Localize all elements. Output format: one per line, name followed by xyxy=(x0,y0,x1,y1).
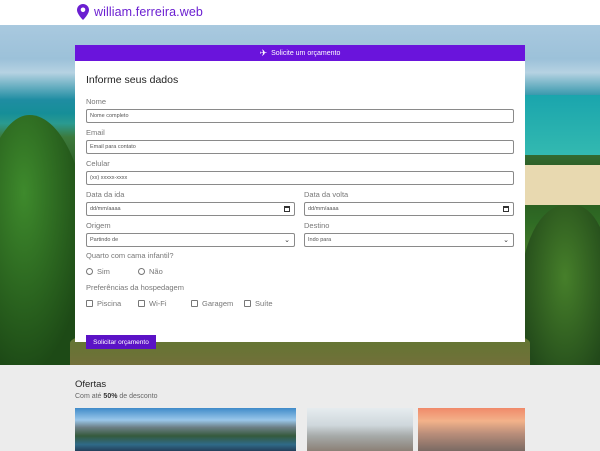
quote-form-card: ✈ Solicite um orçamento Informe seus dad… xyxy=(75,45,525,349)
check-wifi-label: Wi-Fi xyxy=(149,299,167,308)
origem-label: Origem xyxy=(86,221,111,230)
celular-label: Celular xyxy=(86,159,110,168)
radio-sim-label: Sim xyxy=(97,267,110,276)
top-bar: william.ferreira.web xyxy=(0,0,600,25)
form-banner: ✈ Solicite um orçamento xyxy=(75,45,525,61)
radio-sim[interactable]: Sim xyxy=(86,267,110,276)
destino-select[interactable]: Indo para ⌄ xyxy=(304,233,514,247)
data-ida-value: dd/mm/aaaa xyxy=(90,206,121,212)
radio-button[interactable] xyxy=(138,268,145,275)
radio-nao[interactable]: Não xyxy=(138,267,163,276)
data-volta-value: dd/mm/aaaa xyxy=(308,206,339,212)
check-piscina-label: Piscina xyxy=(97,299,122,308)
map-pin-icon xyxy=(77,4,89,20)
chevron-down-icon: ⌄ xyxy=(284,237,290,244)
offer-image-skyline[interactable] xyxy=(418,408,525,451)
checkbox[interactable] xyxy=(138,300,145,307)
offers-discount: 50% xyxy=(103,393,118,400)
nome-label: Nome xyxy=(86,97,107,106)
preferencias-label: Preferências da hospedagem xyxy=(86,283,184,292)
destino-value: Indo para xyxy=(308,237,332,243)
checkbox[interactable] xyxy=(86,300,93,307)
radio-nao-label: Não xyxy=(149,267,163,276)
form-banner-label: Solicite um orçamento xyxy=(271,49,341,57)
chevron-down-icon: ⌄ xyxy=(503,237,509,244)
form-title: Informe seus dados xyxy=(86,74,179,86)
airplane-icon: ✈ xyxy=(259,47,268,58)
checkbox[interactable] xyxy=(191,300,198,307)
nome-input[interactable]: Nome completo xyxy=(86,109,514,123)
brand-name: william.ferreira.web xyxy=(94,5,203,19)
radio-button[interactable] xyxy=(86,268,93,275)
email-input[interactable]: Email para contato xyxy=(86,140,514,154)
offers-subtitle: Com até 50% de desconto xyxy=(75,393,158,400)
offer-image-city[interactable] xyxy=(307,408,413,451)
check-piscina[interactable]: Piscina xyxy=(86,299,121,308)
email-label: Email xyxy=(86,128,105,137)
check-wifi[interactable]: Wi-Fi xyxy=(138,299,167,308)
submit-button[interactable]: Solicitar orçamento xyxy=(86,335,156,349)
sea-area xyxy=(520,95,600,155)
data-volta-label: Data da volta xyxy=(304,190,349,199)
data-ida-label: Data da ida xyxy=(86,190,125,199)
offer-image-rio[interactable] xyxy=(75,408,296,451)
celular-input[interactable]: (xx) xxxxx-xxxx xyxy=(86,171,514,185)
offers-subtitle-suffix: de desconto xyxy=(119,393,158,400)
offers-subtitle-prefix: Com até xyxy=(75,393,102,400)
data-ida-input[interactable]: dd/mm/aaaa xyxy=(86,202,295,216)
data-volta-input[interactable]: dd/mm/aaaa xyxy=(304,202,514,216)
beach-area xyxy=(525,165,600,205)
offers-title: Ofertas xyxy=(75,379,107,390)
origem-value: Partindo de xyxy=(90,237,119,243)
calendar-icon[interactable] xyxy=(284,206,290,212)
calendar-icon[interactable] xyxy=(503,206,509,212)
check-garagem-label: Garagem xyxy=(202,299,234,308)
foliage-right xyxy=(520,205,600,365)
check-suite[interactable]: Suíte xyxy=(244,299,273,308)
checkbox[interactable] xyxy=(244,300,251,307)
origem-select[interactable]: Partindo de ⌄ xyxy=(86,233,295,247)
quarto-label: Quarto com cama infantil? xyxy=(86,251,174,260)
brand[interactable]: william.ferreira.web xyxy=(77,4,203,20)
check-suite-label: Suíte xyxy=(255,299,273,308)
destino-label: Destino xyxy=(304,221,330,230)
check-garagem[interactable]: Garagem xyxy=(191,299,233,308)
